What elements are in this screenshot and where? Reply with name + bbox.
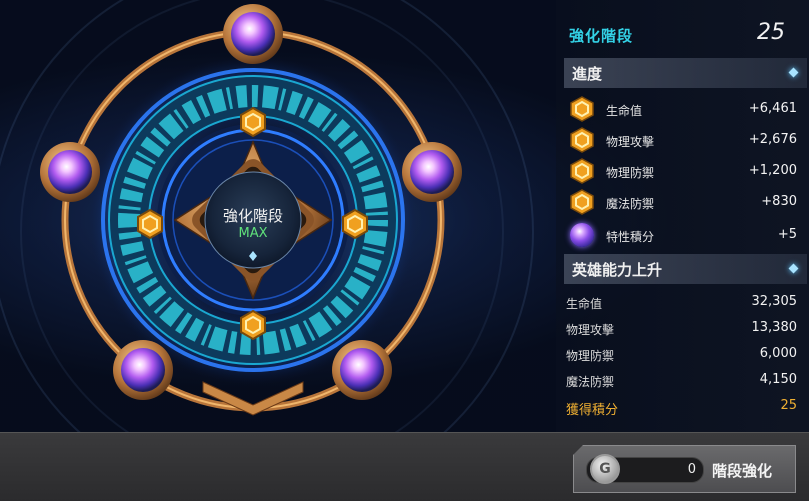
earned-points-label: 獲得積分 bbox=[566, 403, 619, 418]
gold-hex-icon bbox=[570, 96, 594, 122]
progress-section-label: 進度 bbox=[572, 65, 603, 83]
earned-points-value: 25 bbox=[780, 398, 797, 413]
gold-hex-icon bbox=[570, 158, 594, 184]
progress-row: 物理攻擊 +2,676 bbox=[564, 125, 797, 155]
progress-stat-value: +1,200 bbox=[748, 163, 797, 178]
ability-stat-name: 魔法防禦 bbox=[566, 375, 615, 389]
progress-stat-name: 特性積分 bbox=[606, 230, 655, 244]
progress-row: 物理防禦 +1,200 bbox=[564, 156, 797, 186]
progress-stat-value: +6,461 bbox=[748, 101, 797, 116]
orb-node-left[interactable] bbox=[40, 142, 100, 202]
hex-badge-top[interactable] bbox=[240, 106, 266, 138]
hex-badge-bottom[interactable] bbox=[240, 309, 266, 341]
stage-upgrade-label: 階段強化 bbox=[712, 462, 773, 480]
diamond-icon bbox=[788, 263, 799, 274]
orb-node-right[interactable] bbox=[402, 142, 462, 202]
hero-ability-section-header: 英雄能力上升 bbox=[564, 254, 807, 284]
ability-stat-value: 13,380 bbox=[751, 320, 798, 335]
progress-stat-value: +5 bbox=[777, 227, 797, 242]
progress-row: 生命值 +6,461 bbox=[564, 94, 797, 124]
gold-coin-icon: G bbox=[590, 454, 620, 484]
ability-stat-name: 物理防禦 bbox=[566, 349, 615, 363]
enhance-stage-level: 25 bbox=[757, 20, 785, 45]
stage-upgrade-button[interactable]: G 0 階段強化 bbox=[573, 445, 796, 493]
progress-stat-name: 物理防禦 bbox=[606, 166, 655, 180]
orb-node-bottom-right[interactable] bbox=[332, 340, 392, 400]
ability-stat-name: 生命值 bbox=[566, 297, 603, 311]
purple-orb-icon bbox=[570, 223, 594, 247]
orb-node-top[interactable] bbox=[223, 4, 283, 64]
hero-ability-section-label: 英雄能力上升 bbox=[572, 261, 663, 279]
progress-stat-value: +830 bbox=[761, 194, 797, 209]
progress-stat-name: 物理攻擊 bbox=[606, 135, 655, 149]
ability-row: 魔法防禦 4,150 bbox=[564, 368, 797, 394]
upgrade-cost-value: 0 bbox=[687, 462, 696, 477]
ability-stat-value: 4,150 bbox=[759, 372, 797, 387]
ability-stat-name: 物理攻擊 bbox=[566, 323, 615, 337]
orb-node-bottom-left[interactable] bbox=[113, 340, 173, 400]
earned-points-row: 獲得積分 25 bbox=[564, 394, 797, 420]
gold-hex-icon bbox=[570, 127, 594, 153]
center-max-status: MAX bbox=[238, 226, 268, 241]
hex-badge-left[interactable] bbox=[137, 208, 163, 240]
ability-row: 物理防禦 6,000 bbox=[564, 342, 797, 368]
progress-stat-value: +2,676 bbox=[748, 132, 797, 147]
progress-row: 特性積分 +5 bbox=[564, 220, 797, 250]
ability-row: 生命值 32,305 bbox=[564, 290, 797, 316]
ability-row: 物理攻擊 13,380 bbox=[564, 316, 797, 342]
hex-badge-right[interactable] bbox=[342, 208, 368, 240]
progress-stat-name: 生命值 bbox=[606, 104, 643, 118]
diamond-icon bbox=[788, 67, 799, 78]
enhance-stage-scene: 強化階段 MAX 強化階段 25 進度 生命值 +6,461 物理攻擊 +2,6… bbox=[0, 0, 809, 432]
progress-section-header: 進度 bbox=[564, 58, 807, 88]
ability-stat-value: 6,000 bbox=[759, 346, 797, 361]
progress-stat-name: 魔法防禦 bbox=[606, 197, 655, 211]
gold-hex-icon bbox=[570, 189, 594, 215]
progress-row: 魔法防禦 +830 bbox=[564, 187, 797, 217]
ability-stat-value: 32,305 bbox=[751, 294, 798, 309]
center-stage-title: 強化階段 bbox=[222, 207, 283, 225]
stats-panel: 強化階段 25 進度 生命值 +6,461 物理攻擊 +2,676 物理防禦 +… bbox=[556, 0, 809, 432]
bottom-action-bar: G 0 階段強化 bbox=[0, 432, 809, 501]
enhance-stage-label: 強化階段 bbox=[569, 27, 634, 45]
